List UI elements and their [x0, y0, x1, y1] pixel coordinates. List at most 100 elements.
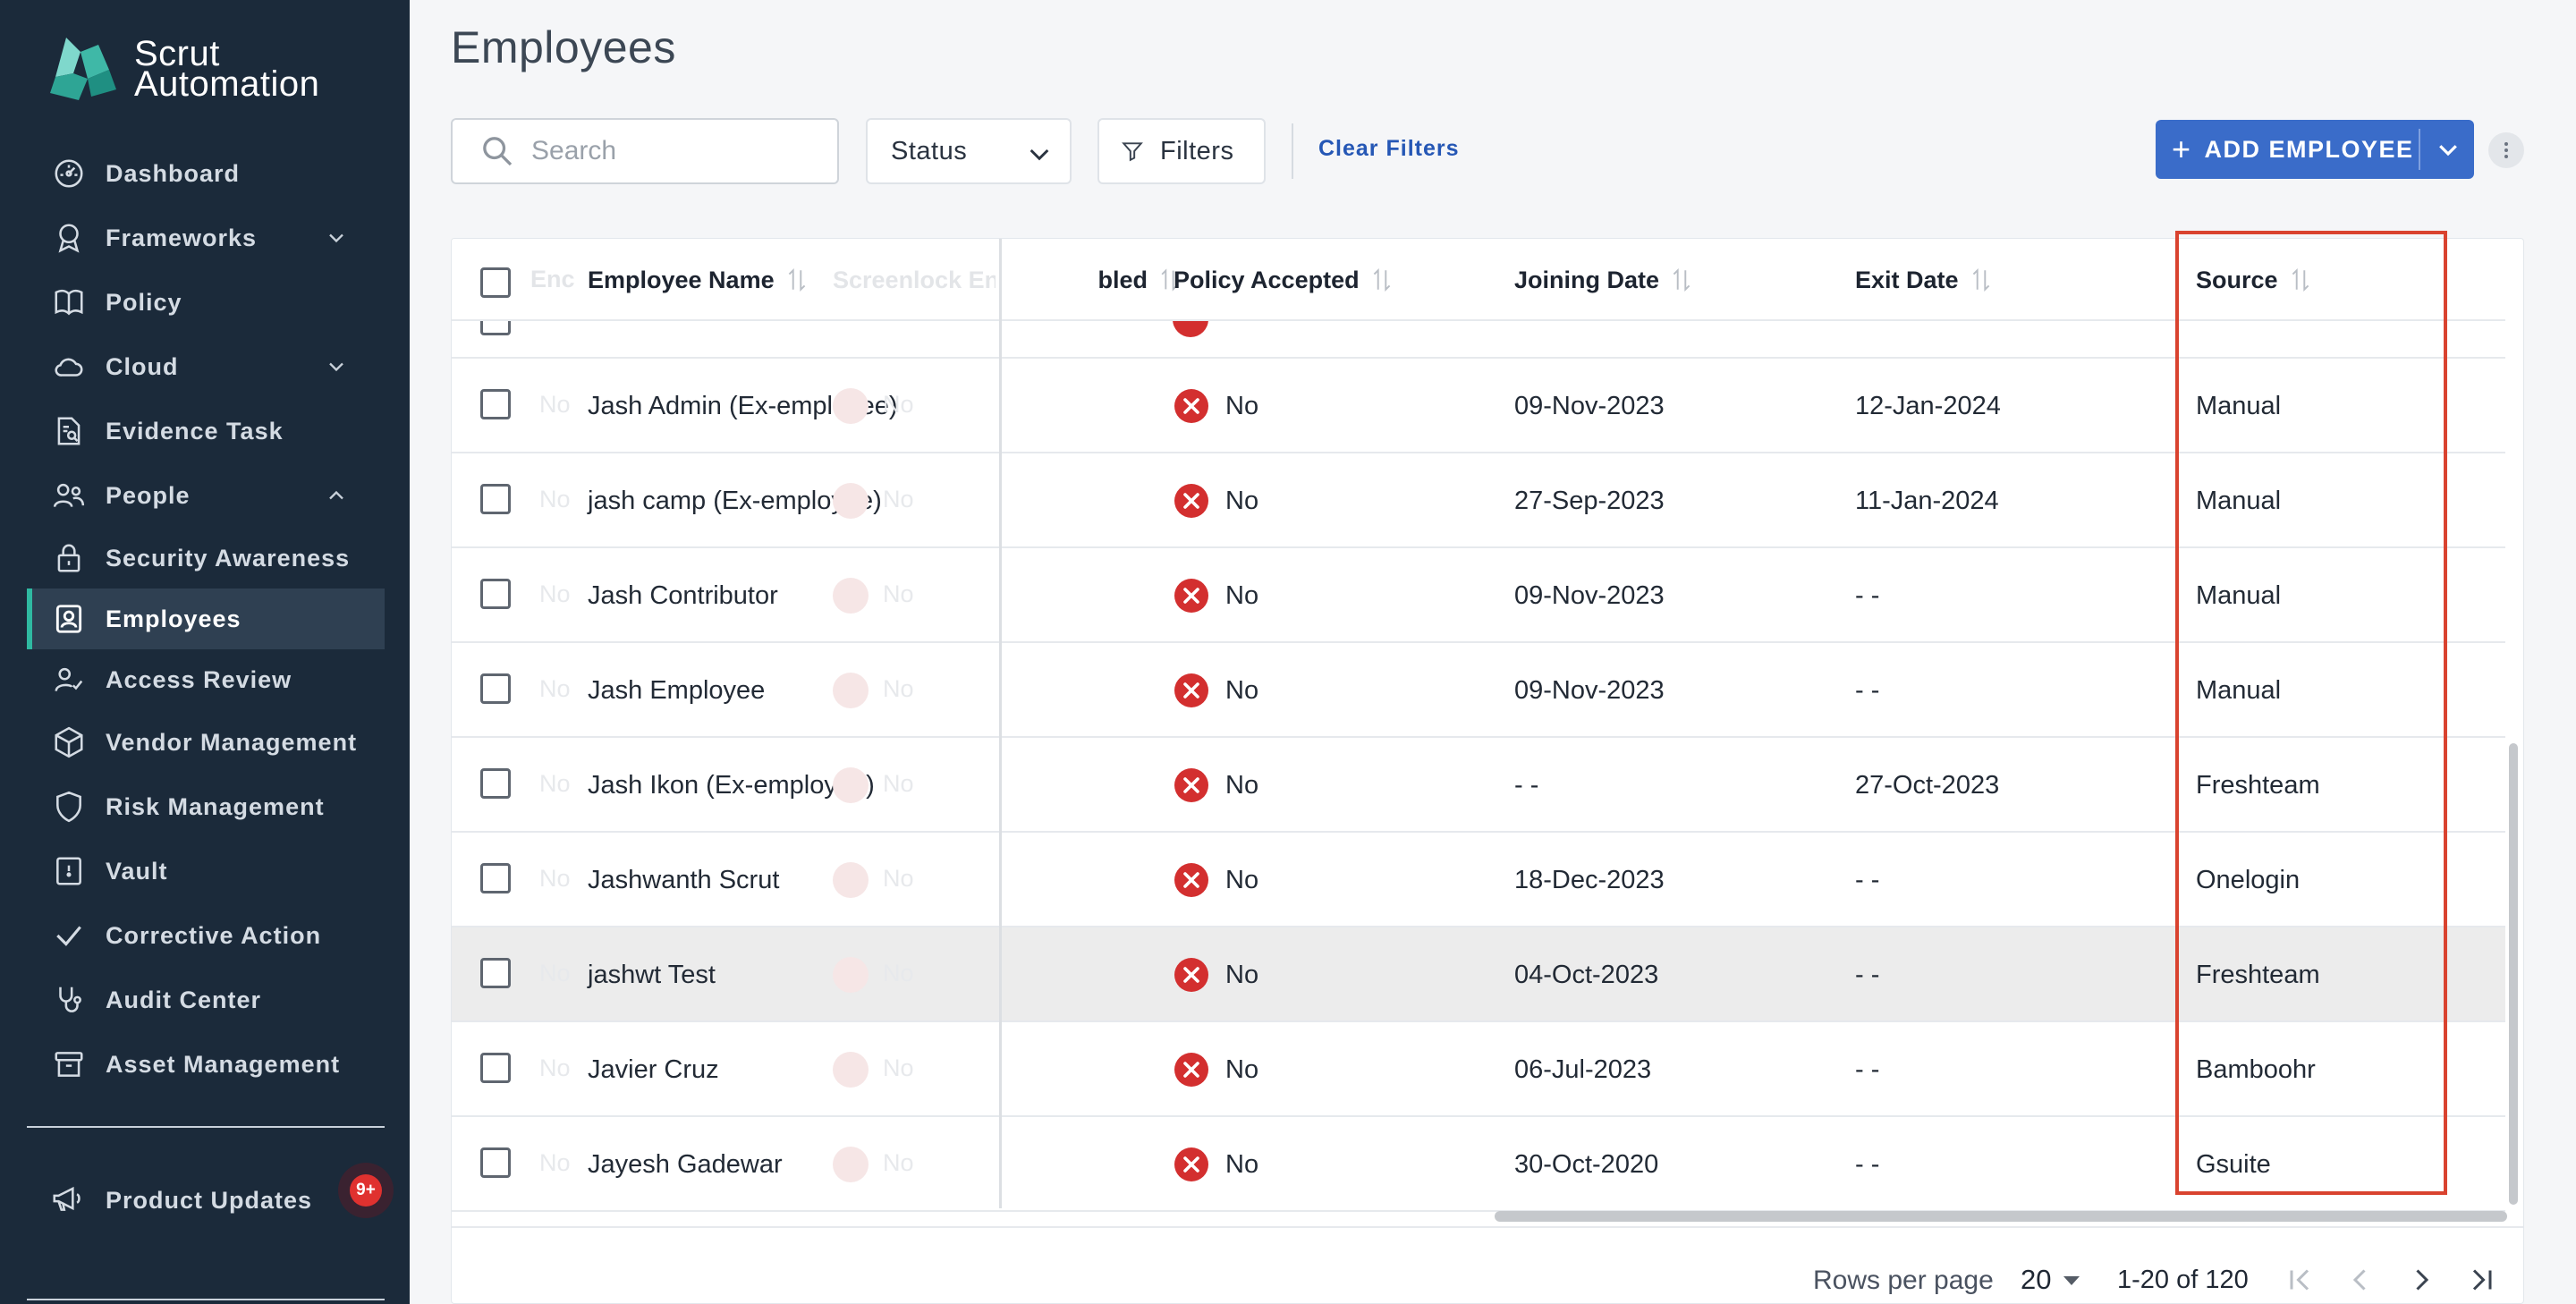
add-employee-label: ADD EMPLOYEE [2204, 135, 2414, 163]
row-checkbox[interactable] [480, 1053, 511, 1083]
sidebar-item-dashboard[interactable]: Dashboard [27, 141, 385, 206]
row-checkbox[interactable] [480, 958, 511, 988]
faded-error-icon [833, 1147, 869, 1182]
megaphone-icon [50, 1181, 88, 1219]
cell-source: Manual [2196, 391, 2282, 420]
table-row[interactable]: No Jash Admin (Ex-employee) No No 09-Nov-202… [452, 359, 2505, 453]
cell-employee-name[interactable]: Jashwanth Scrut [588, 833, 779, 927]
table-row[interactable]: No Javier Cruz No No 06-Jul-2023 - - Bamboohr [452, 1022, 2505, 1117]
col-employee-name-label: Employee Name [588, 266, 775, 293]
col-exit-date[interactable]: Exit Date [1855, 239, 1993, 321]
add-employee-button[interactable]: + ADD EMPLOYEE [2156, 120, 2474, 179]
sort-icon[interactable] [1370, 267, 1394, 293]
table-row[interactable]: No Jash Contributor No No 09-Nov-2023 - - Manu… [452, 548, 2505, 643]
sidebar-item-vendor-management[interactable]: Vendor Management [27, 710, 385, 775]
sidebar-item-vault[interactable]: Vault [27, 839, 385, 903]
cell-employee-name[interactable]: jashwt Test [588, 927, 716, 1022]
row-checkbox[interactable] [480, 673, 511, 704]
sidebar-item-cloud[interactable]: Cloud [27, 334, 385, 399]
row-checkbox[interactable] [480, 863, 511, 893]
rows-per-page-select[interactable]: 20 [2021, 1264, 2051, 1296]
search-input[interactable] [531, 136, 818, 166]
brand-line-2: Automation [134, 64, 320, 104]
chevron-down-icon[interactable] [324, 225, 349, 250]
status-dropdown[interactable]: Status [866, 118, 1072, 184]
col-source-label: Source [2196, 266, 2278, 293]
sidebar-item-access-review[interactable]: Access Review [27, 649, 385, 710]
sidebar-item-asset-management[interactable]: Asset Management [27, 1032, 385, 1097]
sidebar-item-security-awareness[interactable]: Security Awareness [27, 528, 385, 588]
sidebar-item-label: Risk Management [106, 792, 325, 820]
app-logo[interactable]: Scrut Automation [47, 34, 319, 104]
sidebar-item-risk-management[interactable]: Risk Management [27, 775, 385, 839]
sort-icon[interactable] [785, 267, 809, 293]
sidebar-item-people[interactable]: People [27, 463, 385, 528]
cell-employee-name[interactable]: Javier Cruz [588, 1022, 719, 1117]
col-employee-name[interactable]: Employee Name [588, 239, 809, 321]
select-all-checkbox[interactable] [480, 267, 511, 298]
search-box[interactable] [451, 118, 839, 184]
hidden-cell-fragment: No [539, 675, 571, 702]
faded-error-icon [833, 767, 869, 803]
table-row[interactable]: No jashwt Test No No 04-Oct-2023 - - Freshteam [452, 927, 2505, 1022]
filters-button[interactable]: Filters [1097, 118, 1266, 184]
cell-employee-name[interactable]: Jash Contributor [588, 548, 778, 643]
cell-exit-date: - - [1855, 580, 1880, 610]
error-icon [1174, 1147, 1208, 1181]
col-screenlock[interactable]: bled [1002, 239, 1181, 321]
policy-accepted-value: No [1225, 960, 1259, 989]
prev-page-icon[interactable] [2344, 1264, 2377, 1296]
row-checkbox[interactable] [480, 321, 511, 335]
sidebar-item-frameworks[interactable]: Frameworks [27, 206, 385, 270]
sidebar-item-label: People [106, 481, 191, 509]
cell-exit-date: - - [1855, 865, 1880, 894]
col-joining-date[interactable]: Joining Date [1514, 239, 1693, 321]
sort-icon[interactable] [1970, 267, 1993, 293]
faded-error-icon [833, 578, 869, 614]
archive-icon [50, 1046, 88, 1083]
sidebar-item-label: Asset Management [106, 1050, 341, 1078]
last-page-icon[interactable] [2466, 1264, 2498, 1296]
col-policy-accepted[interactable]: Policy Accepted [1174, 239, 1394, 321]
cell-employee-name[interactable]: Jash Employee [588, 643, 765, 738]
vertical-scrollbar[interactable] [2509, 743, 2518, 1205]
chevron-up-icon[interactable] [324, 483, 349, 508]
chevron-down-icon[interactable] [2435, 136, 2462, 163]
table-row[interactable]: No Jash Employee No No 09-Nov-2023 - - Manual [452, 643, 2505, 738]
faded-error-icon [833, 862, 869, 898]
sidebar-item-evidence-task[interactable]: Evidence Task [27, 399, 385, 463]
more-options-button[interactable] [2488, 132, 2524, 168]
hidden-cell-fragment: No [539, 865, 571, 892]
next-page-icon[interactable] [2405, 1264, 2437, 1296]
table-row[interactable]: No Jash Ikon (Ex-employee) No No - - 27-Oct-2… [452, 738, 2505, 833]
cell-employee-name[interactable]: Jash Ikon (Ex-employee) [588, 738, 875, 833]
error-icon [1174, 389, 1208, 423]
horizontal-scrollbar[interactable] [1495, 1211, 2507, 1222]
sidebar-item-corrective-action[interactable]: Corrective Action [27, 903, 385, 968]
chevron-down-icon[interactable] [324, 354, 349, 379]
row-checkbox[interactable] [480, 1147, 511, 1178]
row-checkbox[interactable] [480, 389, 511, 419]
row-checkbox[interactable] [480, 579, 511, 609]
sidebar-item-label: Product Updates [106, 1186, 313, 1214]
sort-icon[interactable] [2289, 267, 2312, 293]
row-checkbox[interactable] [480, 484, 511, 514]
table-row[interactable]: No jash camp (Ex-employee) No No 27-Sep-2023… [452, 453, 2505, 548]
sidebar-item-employees[interactable]: Employees [27, 588, 385, 649]
clear-filters-link[interactable]: Clear Filters [1318, 136, 1460, 162]
first-page-icon[interactable] [2284, 1264, 2316, 1296]
table-row[interactable]: No Jashwanth Scrut No No 18-Dec-2023 - - Onelo… [452, 833, 2505, 927]
cell-employee-name[interactable]: Jayesh Gadewar [588, 1117, 783, 1212]
cell-exit-date: - - [1855, 675, 1880, 705]
sort-icon[interactable] [1670, 267, 1693, 293]
cell-source: Bamboohr [2196, 1054, 2316, 1084]
col-source[interactable]: Source [2196, 239, 2312, 321]
caret-down-icon[interactable] [2062, 1274, 2081, 1287]
notification-badge-halo: 9+ [338, 1163, 394, 1218]
sidebar-item-label: Employees [106, 605, 242, 632]
sidebar-item-policy[interactable]: Policy [27, 270, 385, 334]
sidebar-item-audit-center[interactable]: Audit Center [27, 968, 385, 1032]
check-icon [50, 917, 88, 954]
table-row[interactable]: No Jayesh Gadewar No No 30-Oct-2020 - - Gsuite [452, 1117, 2505, 1212]
row-checkbox[interactable] [480, 768, 511, 799]
